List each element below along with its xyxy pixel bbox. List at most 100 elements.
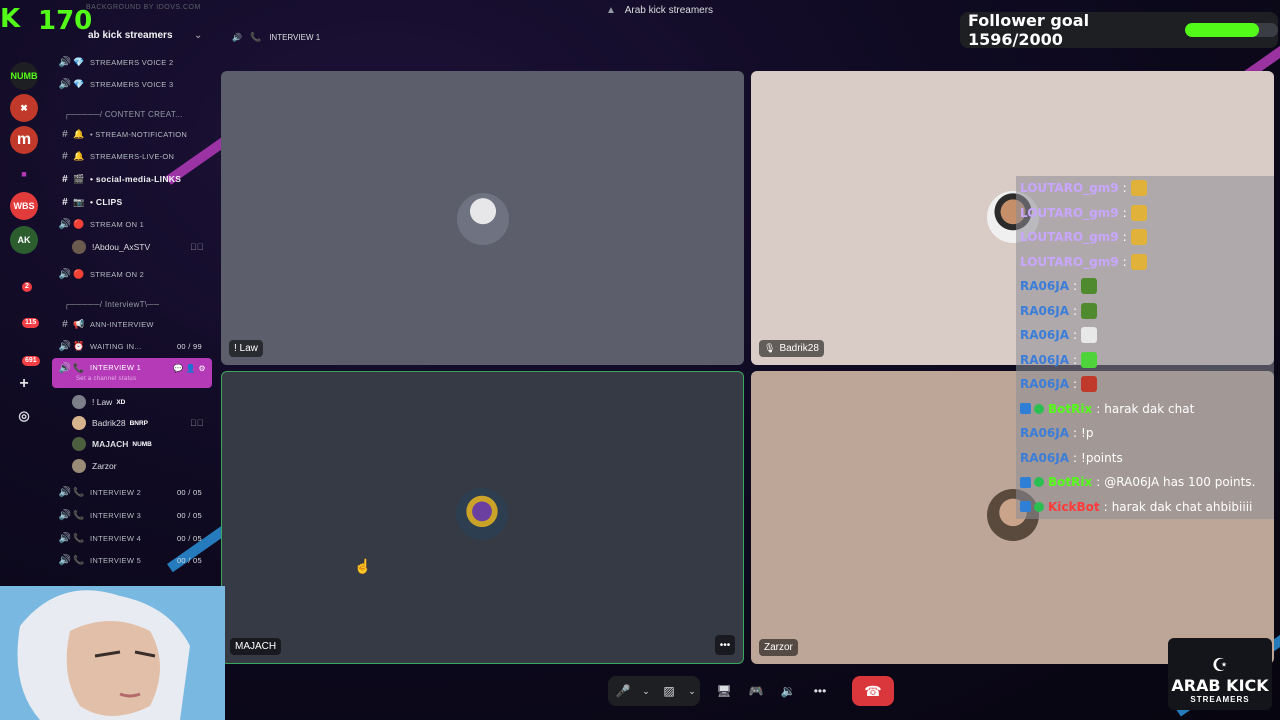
channel-stream-on-1[interactable]: 🔊 🔴 STREAM ON 1 (52, 214, 212, 234)
avatar (72, 240, 86, 254)
chat-username: RA06JA (1020, 328, 1069, 343)
tile-name: Zarzor (764, 642, 793, 653)
soundboard-button[interactable]: 🔉 (772, 676, 804, 706)
app-icon: ▲ (606, 5, 616, 16)
channel-action-icons[interactable]: 💬 👤 ⚙ (173, 364, 206, 373)
red-circle-icon: 🔴 (73, 268, 85, 279)
chat-username: RA06JA (1020, 303, 1069, 318)
screen-share-button[interactable]: 🖥 (708, 676, 740, 706)
avatar (457, 193, 509, 245)
chat-separator: : (1122, 254, 1127, 269)
server-icon-wbs[interactable]: WBS (10, 192, 38, 220)
channel-ann-interview[interactable]: # 📢 ANN-INTERVIEW (52, 314, 212, 334)
channel-interview-5[interactable]: 🔊 📞 INTERVIEW 5 00 / 05 (52, 550, 212, 570)
chat-message: RA06JA: (1016, 298, 1274, 323)
explore-icon[interactable]: ◎ (10, 402, 38, 430)
video-tile-majach[interactable]: MAJACH ••• (221, 371, 744, 664)
chat-text: !points (1081, 450, 1123, 465)
voice-user-law[interactable]: ! Law XD (72, 392, 125, 412)
voice-user-zarzor[interactable]: Zarzor (72, 456, 117, 476)
channel-stream-notification[interactable]: # 🔔 • STREAM-NOTIFICATION (52, 124, 212, 144)
channel-streamers-voice-3[interactable]: 🔊 💎 STREAMERS VOICE 3 (52, 74, 212, 94)
category-interview[interactable]: ┌─────/ InterviewT\── (52, 294, 212, 314)
user-name: !Abdou_AxSTV (92, 242, 151, 252)
chevron-down-icon[interactable]: ⌄ (684, 676, 700, 706)
channel-label: INTERVIEW 4 (90, 533, 142, 543)
add-server-icon[interactable]: + (10, 370, 38, 398)
channel-stream-on-2[interactable]: 🔊 🔴 STREAM ON 2 (52, 264, 212, 284)
speaker-icon: 🔊 (58, 532, 72, 544)
emote-icon (1130, 204, 1147, 221)
user-limit: 00 / 05 (176, 510, 202, 520)
rail-badge: 2 (22, 282, 32, 292)
server-name[interactable]: ab kick streamers (88, 30, 173, 41)
server-icon-m[interactable]: m (10, 126, 38, 154)
video-tile-law[interactable]: ! Law (221, 71, 744, 365)
microphone-button[interactable]: 🎤 (608, 676, 638, 706)
speaker-icon: 🔊 (58, 218, 72, 230)
chevron-down-icon[interactable]: ⌄ (638, 676, 654, 706)
speaker-icon: 🔊 (58, 554, 72, 566)
disconnect-button[interactable]: ☎ (852, 676, 894, 706)
window-title: ▲ Arab kick streamers (600, 5, 713, 16)
tile-name-label: Zarzor (759, 639, 798, 656)
alarm-icon: ⏰ (73, 340, 85, 351)
server-icon-numb[interactable]: NUMB (10, 62, 38, 90)
user-limit: 00 / 05 (176, 533, 202, 543)
chat-username: BotRix (1048, 475, 1093, 490)
chat-separator: : (1072, 303, 1078, 318)
tile-name-label: 🎙 Badrik28 (759, 340, 824, 357)
muted-icon: 🎙 (764, 343, 776, 353)
channel-interview-1[interactable]: 🔊 📞 INTERVIEW 1 Set a channel status 💬 👤… (52, 358, 212, 388)
audio-video-group: 🎤 ⌄ ▨ ⌄ (608, 676, 700, 706)
category-content-creators[interactable]: ┌─────/ CONTENT CREAT... (52, 104, 212, 124)
channel-streamers-voice-2[interactable]: 🔊 💎 STREAMERS VOICE 2 (52, 52, 212, 72)
rail-badge: 691 (22, 356, 40, 366)
camera-icon: 📷 (73, 196, 85, 207)
channel-waiting[interactable]: 🔊 ⏰ WAITING IN... 00 / 99 (52, 336, 212, 356)
activity-button[interactable]: 🎮 (740, 676, 772, 706)
channel-label: WAITING IN... (90, 341, 142, 351)
server-icon-purple[interactable]: ■ (10, 160, 38, 188)
channel-social-media-links[interactable]: # 🎬 • social-media-LINKS (52, 169, 212, 189)
phone-icon: 📞 (73, 363, 85, 373)
muted-icon: 🎙⃠ (190, 242, 204, 252)
channel-label: STREAM ON 1 (90, 219, 145, 229)
stream-chat-overlay: LOUTARO_gm9: LOUTARO_gm9: LOUTARO_gm9: LOUT… (1016, 176, 1274, 519)
channel-label: INTERVIEW 1 (90, 363, 142, 372)
more-options-button[interactable]: ••• (715, 635, 735, 655)
channel-interview-4[interactable]: 🔊 📞 INTERVIEW 4 00 / 05 (52, 528, 212, 548)
channel-interview-3[interactable]: 🔊 📞 INTERVIEW 3 00 / 05 (52, 505, 212, 525)
channel-label: STREAMERS-LIVE-ON (90, 151, 175, 161)
breadcrumb-channel: INTERVIEW 1 (269, 33, 321, 42)
server-icon-red[interactable]: ✖ (10, 94, 38, 122)
hash-icon: # (62, 150, 68, 162)
voice-user-abdou[interactable]: !Abdou_AxSTV 🎙⃠ (72, 237, 204, 257)
chat-separator: : (1072, 377, 1078, 392)
server-icon-arab-kick[interactable]: AK (10, 226, 38, 254)
chat-separator: : (1122, 181, 1127, 196)
user-tag: NUMB (132, 440, 152, 448)
voice-user-badrik28[interactable]: Badrik28 BNRP 🎙⃠ (72, 413, 204, 433)
voice-user-majach[interactable]: MAJACH NUMB (72, 434, 152, 454)
channel-clips[interactable]: # 📷 • CLIPS (52, 192, 212, 212)
diamond-icon: 💎 (73, 56, 85, 67)
tile-name: ! Law (234, 343, 258, 354)
channel-label: • social-media-LINKS (90, 174, 182, 184)
channel-streamers-live-on[interactable]: # 🔔 STREAMERS-LIVE-ON (52, 146, 212, 166)
phone-icon: 📞 (73, 554, 85, 565)
channel-status[interactable]: Set a channel status (76, 376, 136, 382)
speaker-icon: 🔊 (58, 486, 72, 498)
chat-text: !p (1081, 426, 1094, 441)
chat-message: RA06JA: !points (1016, 445, 1274, 470)
chat-message: LOUTARO_gm9: (1016, 200, 1274, 225)
hash-icon: # (62, 173, 68, 185)
user-limit: 00 / 05 (176, 555, 202, 565)
bot-badge-icon (1020, 476, 1031, 488)
camera-off-button[interactable]: ▨ (654, 676, 684, 706)
chevron-down-icon[interactable]: ⌄ (194, 30, 202, 41)
emote-icon (1081, 376, 1098, 393)
chat-separator: : (1122, 230, 1127, 245)
channel-interview-2[interactable]: 🔊 📞 INTERVIEW 2 00 / 05 (52, 482, 212, 502)
more-options-button[interactable]: ••• (804, 676, 836, 706)
